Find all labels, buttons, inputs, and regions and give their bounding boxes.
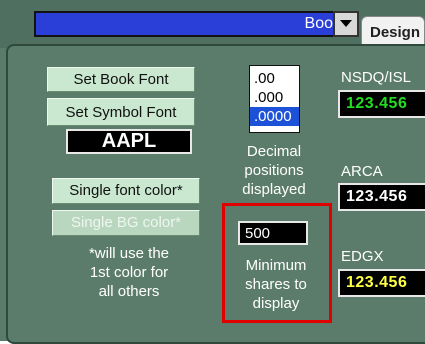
exchange-quote-preview[interactable]: 123.456 [338, 269, 425, 297]
min-shares-caption: Minimum shares to display [230, 256, 322, 313]
single-bg-color-button[interactable]: Single BG color* [52, 210, 200, 236]
symbol-font-preview: AAPL [66, 129, 192, 154]
chevron-down-icon [340, 20, 352, 27]
note-line: *will use the [88, 245, 170, 262]
set-symbol-font-button[interactable]: Set Symbol Font [47, 98, 195, 126]
note-line: 1st color for [89, 264, 169, 281]
decimal-option-selected[interactable]: .0000 [250, 107, 299, 126]
min-shares-input[interactable]: 500 [238, 221, 308, 245]
dropdown-arrow-button[interactable] [333, 11, 359, 37]
caption-line: Minimum [245, 257, 307, 274]
set-book-font-button[interactable]: Set Book Font [47, 67, 195, 92]
decimal-positions-list[interactable]: .00 .000 .0000 [249, 65, 300, 133]
book-dropdown[interactable]: Books [34, 11, 359, 37]
decimal-option[interactable]: .00 [250, 69, 299, 88]
note-line: all others [98, 283, 160, 300]
caption-line: displayed [242, 181, 306, 198]
decimal-caption: Decimal positions displayed [229, 142, 319, 199]
caption-line: Decimal [246, 143, 302, 160]
caption-line: shares to [245, 276, 307, 293]
exchange-label: ARCA [341, 163, 383, 180]
exchange-quote-preview[interactable]: 123.456 [338, 90, 425, 118]
exchange-quote-preview[interactable]: 123.456 [338, 183, 425, 211]
tab-design[interactable]: Design [361, 16, 425, 46]
caption-line: display [252, 295, 300, 312]
decimal-option[interactable]: .000 [250, 88, 299, 107]
caption-line: positions [244, 162, 304, 179]
settings-window: Books Design Set Book Font Set Symbol Fo… [0, 0, 425, 344]
single-font-color-button[interactable]: Single font color* [52, 178, 200, 204]
exchange-label: NSDQ/ISL [341, 69, 412, 86]
color-note: *will use the 1st color for all others [54, 244, 204, 301]
exchange-label: EDGX [341, 248, 384, 265]
